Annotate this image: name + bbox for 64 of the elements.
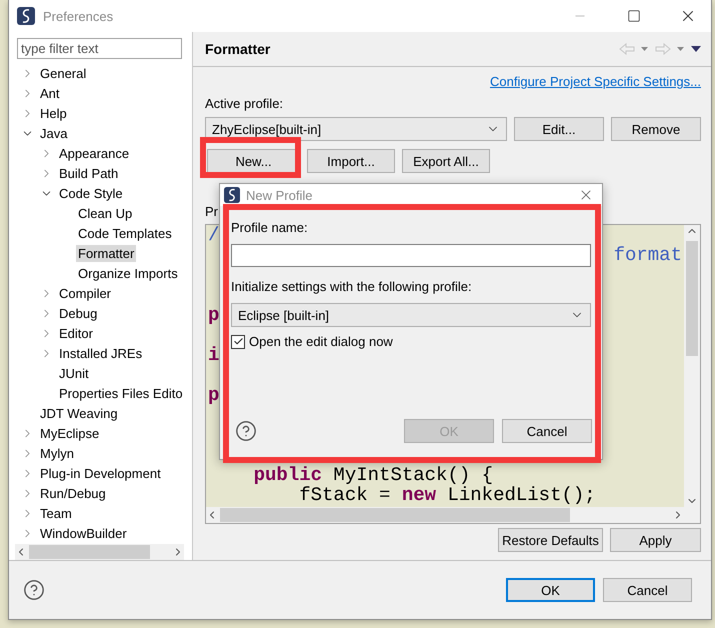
- tree-item[interactable]: Code Style: [57, 184, 125, 202]
- profile-name-field[interactable]: [231, 244, 591, 267]
- maximize-icon: [627, 9, 641, 23]
- check-icon: [232, 336, 244, 347]
- tree-item[interactable]: Mylyn: [38, 444, 76, 462]
- dialog-button[interactable]: OK: [506, 578, 595, 602]
- profile-name-label: Profile name:: [231, 220, 309, 235]
- profile-button[interactable]: Remove: [611, 117, 701, 141]
- tree-item[interactable]: WindowBuilder: [38, 524, 129, 542]
- tree-item[interactable]: Help: [38, 104, 69, 122]
- code-text: i: [208, 344, 220, 366]
- tree-item[interactable]: Debug: [57, 304, 100, 322]
- init-profile-dropdown[interactable]: Eclipse [built-in]: [231, 303, 591, 327]
- tree-item[interactable]: Compiler: [57, 284, 114, 302]
- page-button[interactable]: Restore Defaults: [498, 528, 603, 552]
- tree-item[interactable]: Appearance: [57, 144, 132, 162]
- help-icon[interactable]: [23, 579, 45, 601]
- app-logo-icon: [224, 187, 240, 203]
- tree-item[interactable]: Installed JREs: [57, 344, 144, 362]
- code-text: p: [208, 384, 220, 406]
- tree-item[interactable]: General: [38, 64, 88, 82]
- tree-item[interactable]: Build Path: [57, 164, 120, 182]
- checkbox-label[interactable]: Open the edit dialog now: [249, 334, 393, 349]
- init-settings-label: Initialize settings with the following profile:: [231, 279, 473, 294]
- menu-caret-icon[interactable]: [691, 45, 701, 53]
- tree-item[interactable]: Run/Debug: [38, 484, 108, 502]
- window-title: Preferences: [43, 8, 114, 24]
- back-arrow-icon[interactable]: [619, 43, 649, 55]
- tree-item[interactable]: Formatter: [76, 244, 136, 262]
- forward-arrow-icon[interactable]: [655, 43, 685, 55]
- tree-item[interactable]: Clean Up: [76, 204, 134, 222]
- dialog-title: New Profile: [246, 188, 314, 202]
- tree-item[interactable]: MyEclipse: [38, 424, 102, 442]
- code-text: fStack = new LinkedList();: [298, 484, 596, 506]
- tree-item[interactable]: Properties Files Edito: [57, 384, 185, 402]
- filter-field[interactable]: type filter text: [17, 38, 182, 59]
- active-profile-label: Active profile:: [205, 96, 284, 111]
- profile-action-button[interactable]: Export All...: [402, 149, 490, 173]
- code-text: public MyIntStack() {: [252, 464, 494, 486]
- tree-item[interactable]: Plug-in Development: [38, 464, 163, 482]
- app-logo-icon: [17, 7, 35, 25]
- dialog-button[interactable]: Cancel: [603, 578, 692, 602]
- page-button[interactable]: Apply: [610, 528, 701, 552]
- tree-item[interactable]: Code Templates: [76, 224, 174, 242]
- profile-button[interactable]: Edit...: [514, 117, 604, 141]
- help-icon[interactable]: [235, 420, 257, 442]
- page-title: Formatter: [205, 41, 272, 57]
- preview-label: Pr: [205, 204, 219, 219]
- tree-item[interactable]: Ant: [38, 84, 62, 102]
- tree-item[interactable]: Java: [38, 124, 70, 142]
- tree-item[interactable]: Team: [38, 504, 74, 522]
- profile-dropdown[interactable]: ZhyEclipse[built-in]: [205, 117, 507, 141]
- code-text: /: [208, 225, 220, 246]
- checkbox[interactable]: [231, 334, 245, 348]
- code-text: format: [614, 244, 682, 266]
- tree-item[interactable]: JDT Weaving: [38, 404, 120, 422]
- horizontal-scrollbar[interactable]: [15, 544, 184, 560]
- profile-action-button[interactable]: Import...: [307, 149, 395, 173]
- tree-item[interactable]: Organize Imports: [76, 264, 180, 282]
- tree-item[interactable]: JUnit: [57, 364, 91, 382]
- tree-item[interactable]: Editor: [57, 324, 95, 342]
- project-settings-link[interactable]: Configure Project Specific Settings...: [490, 74, 701, 89]
- dialog-button[interactable]: Cancel: [502, 419, 592, 443]
- code-text: p: [208, 304, 220, 326]
